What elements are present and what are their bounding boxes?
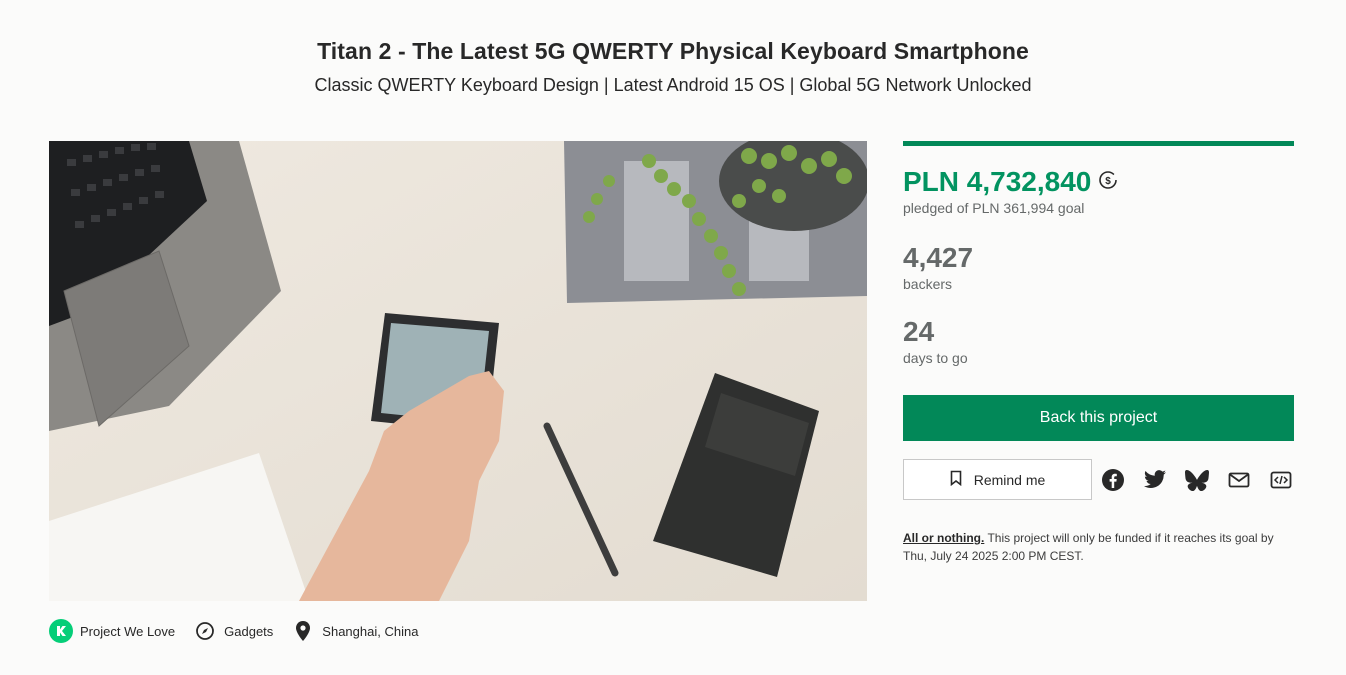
project-tags: Project We Love Gadgets Shanghai, China [49,619,418,643]
tag-project-we-love[interactable]: Project We Love [49,619,175,643]
funding-panel: PLN 4,732,840 $ pledged of PLN 361,994 g… [903,141,1294,565]
project-subtitle: Classic QWERTY Keyboard Design | Latest … [314,75,1032,95]
kickstarter-k-icon [49,619,73,643]
backers-caption: backers [903,276,953,292]
bookmark-icon [950,470,962,489]
project-page: Titan 2 - The Latest 5G QWERTY Physical … [0,0,1346,675]
tag-gadgets[interactable]: Gadgets [193,619,273,643]
tag-label: Gadgets [224,623,274,639]
hero-image [49,141,867,601]
compass-icon [193,619,217,643]
tag-label: Project We Love [80,623,176,639]
tag-location[interactable]: Shanghai, China [291,619,418,643]
embed-icon[interactable] [1268,467,1294,493]
remind-me-button[interactable]: Remind me [903,459,1092,500]
days-to-go-caption: days to go [903,350,968,366]
action-row: Remind me [903,459,1294,500]
project-video-thumbnail[interactable] [49,141,867,601]
project-title: Titan 2 - The Latest 5G QWERTY Physical … [317,38,1029,64]
funding-progress-bar [903,141,1294,146]
svg-text:$: $ [1106,176,1112,187]
twitter-icon[interactable] [1142,467,1168,493]
pledged-amount: PLN 4,732,840 $ [903,166,1294,198]
bluesky-icon[interactable] [1184,467,1210,493]
pledged-value: PLN 4,732,840 [903,166,1092,197]
pledged-caption: pledged of PLN 361,994 goal [903,200,1085,216]
email-icon[interactable] [1226,467,1252,493]
remind-me-label: Remind me [973,471,1046,488]
share-icons [1100,467,1294,493]
all-or-nothing-link[interactable]: All or nothing. [903,531,984,545]
tag-label: Shanghai, China [322,623,419,639]
days-to-go-count: 24 [903,316,935,347]
backers-count: 4,427 [903,242,974,273]
funding-notice: All or nothing. This project will only b… [903,529,1294,565]
back-this-project-button[interactable]: Back this project [903,395,1294,441]
facebook-icon[interactable] [1100,467,1126,493]
currency-conversion-icon[interactable]: $ [1097,166,1119,198]
location-pin-icon [291,619,315,643]
